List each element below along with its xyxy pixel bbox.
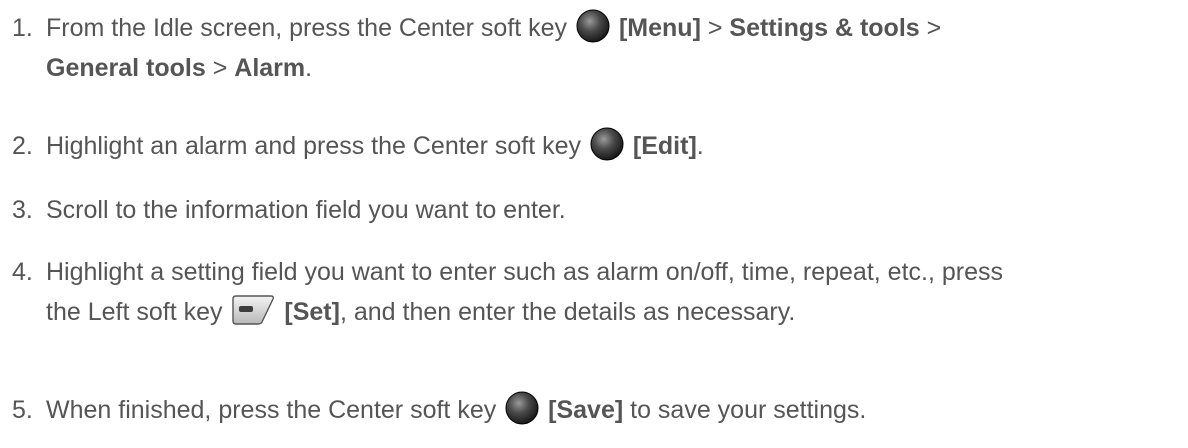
step-number: 1. <box>12 14 33 42</box>
separator: > <box>700 14 730 42</box>
separator: > <box>205 54 235 82</box>
step-number: 3. <box>12 196 33 224</box>
set-label: [Set] <box>284 298 340 326</box>
center-soft-key-icon <box>505 391 539 425</box>
step-4: 4. Highlight a setting field you want to … <box>12 252 1172 332</box>
step-1: 1. From the Idle screen, press the Center… <box>12 8 1172 88</box>
save-label: [Save] <box>548 396 624 424</box>
center-soft-key-icon <box>576 9 610 43</box>
separator: > <box>919 14 942 42</box>
step-text: to save your settings. <box>623 396 867 424</box>
general-tools-label: General tools <box>46 54 206 82</box>
step-3: 3. Scroll to the information field you wa… <box>12 190 1172 230</box>
step-text: Scroll to the information field you want… <box>46 196 566 224</box>
alarm-label: Alarm <box>234 54 306 82</box>
step-text: , and then enter the details as necessar… <box>339 298 796 326</box>
left-soft-key-icon <box>231 293 275 327</box>
step-end: . <box>696 132 704 160</box>
settings-tools-label: Settings & tools <box>729 14 920 42</box>
step-number: 4. <box>12 258 33 286</box>
edit-label: [Edit] <box>632 132 697 160</box>
center-soft-key-icon <box>590 127 624 161</box>
menu-label: [Menu] <box>618 14 701 42</box>
step-end: . <box>305 54 313 82</box>
step-text: Highlight an alarm and press the Center … <box>46 132 581 160</box>
step-number: 5. <box>12 396 33 424</box>
step-text: the Left soft key <box>46 298 223 326</box>
instruction-steps: 1. From the Idle screen, press the Center… <box>0 0 1188 448</box>
step-text: From the Idle screen, press the Center s… <box>46 14 568 42</box>
step-2: 2. Highlight an alarm and press the Cente… <box>12 126 1172 166</box>
step-text: When finished, press the Center soft key <box>46 396 497 424</box>
step-5: 5. When finished, press the Center soft k… <box>12 390 1172 430</box>
step-text: Highlight a setting field you want to en… <box>46 258 1003 286</box>
step-number: 2. <box>12 132 33 160</box>
